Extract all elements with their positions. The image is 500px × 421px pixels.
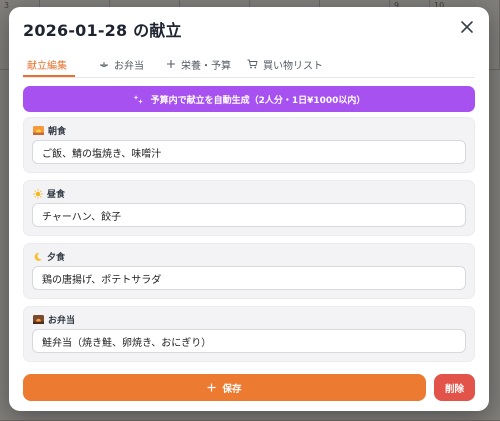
meal-card-bento: お弁当 [23, 306, 475, 362]
meal-label-dinner: 夕食 [33, 250, 65, 263]
meal-card-lunch: 昼食 [23, 180, 475, 236]
meal-card-dinner: 夕食 [23, 243, 475, 299]
auto-generate-button[interactable]: 予算内で献立を自動生成（2人分・1日¥1000以内） [23, 86, 475, 112]
meal-label-bento: お弁当 [33, 313, 75, 326]
cart-icon [247, 59, 258, 69]
dinner-input[interactable] [32, 266, 466, 290]
tab-label: 買い物リスト [263, 60, 323, 72]
sparkle-icon [133, 94, 144, 105]
meal-label-text: 夕食 [47, 253, 66, 263]
meal-label-lunch: 昼食 [33, 187, 65, 200]
tab-label: 献立編集 [27, 60, 67, 72]
sunset-icon [33, 315, 44, 324]
delete-label: 削除 [444, 383, 464, 395]
sun-icon [33, 188, 43, 199]
bento-input[interactable] [32, 329, 466, 353]
sunrise-icon [33, 126, 44, 135]
meal-label-text: 朝食 [48, 127, 67, 137]
meal-card-breakfast: 朝食 [23, 117, 475, 173]
breakfast-input[interactable] [32, 140, 466, 164]
moon-icon [33, 252, 43, 262]
tab-label: お弁当 [114, 60, 144, 72]
save-label: 保存 [222, 383, 242, 395]
meal-label-text: 昼食 [47, 190, 66, 200]
close-button[interactable] [459, 19, 475, 35]
bento-icon [99, 59, 109, 69]
tab-bento[interactable]: お弁当 [99, 53, 144, 75]
delete-button[interactable]: 削除 [434, 374, 475, 401]
plus-icon [207, 383, 216, 392]
meal-label-text: お弁当 [48, 316, 76, 326]
save-button[interactable]: 保存 [23, 374, 426, 401]
tab-shopping-list[interactable]: 買い物リスト [247, 53, 323, 75]
meal-plan-modal: 2026-01-28 の献立 献立編集 お弁当 栄養・予算 買い物リスト 予算内… [9, 7, 489, 411]
lunch-input[interactable] [32, 203, 466, 227]
meal-label-breakfast: 朝食 [33, 124, 66, 137]
active-tab-indicator [23, 75, 75, 77]
modal-tabs: 献立編集 お弁当 栄養・予算 買い物リスト [23, 53, 475, 78]
tab-label: 栄養・予算 [181, 60, 231, 72]
tab-menu-edit[interactable]: 献立編集 [27, 53, 67, 75]
modal-title: 2026-01-28 の献立 [23, 21, 182, 40]
auto-generate-label: 予算内で献立を自動生成（2人分・1日¥1000以内） [150, 95, 366, 106]
close-icon [461, 21, 473, 33]
plus-icon [166, 59, 176, 69]
tab-nutrition-budget[interactable]: 栄養・予算 [166, 53, 231, 75]
